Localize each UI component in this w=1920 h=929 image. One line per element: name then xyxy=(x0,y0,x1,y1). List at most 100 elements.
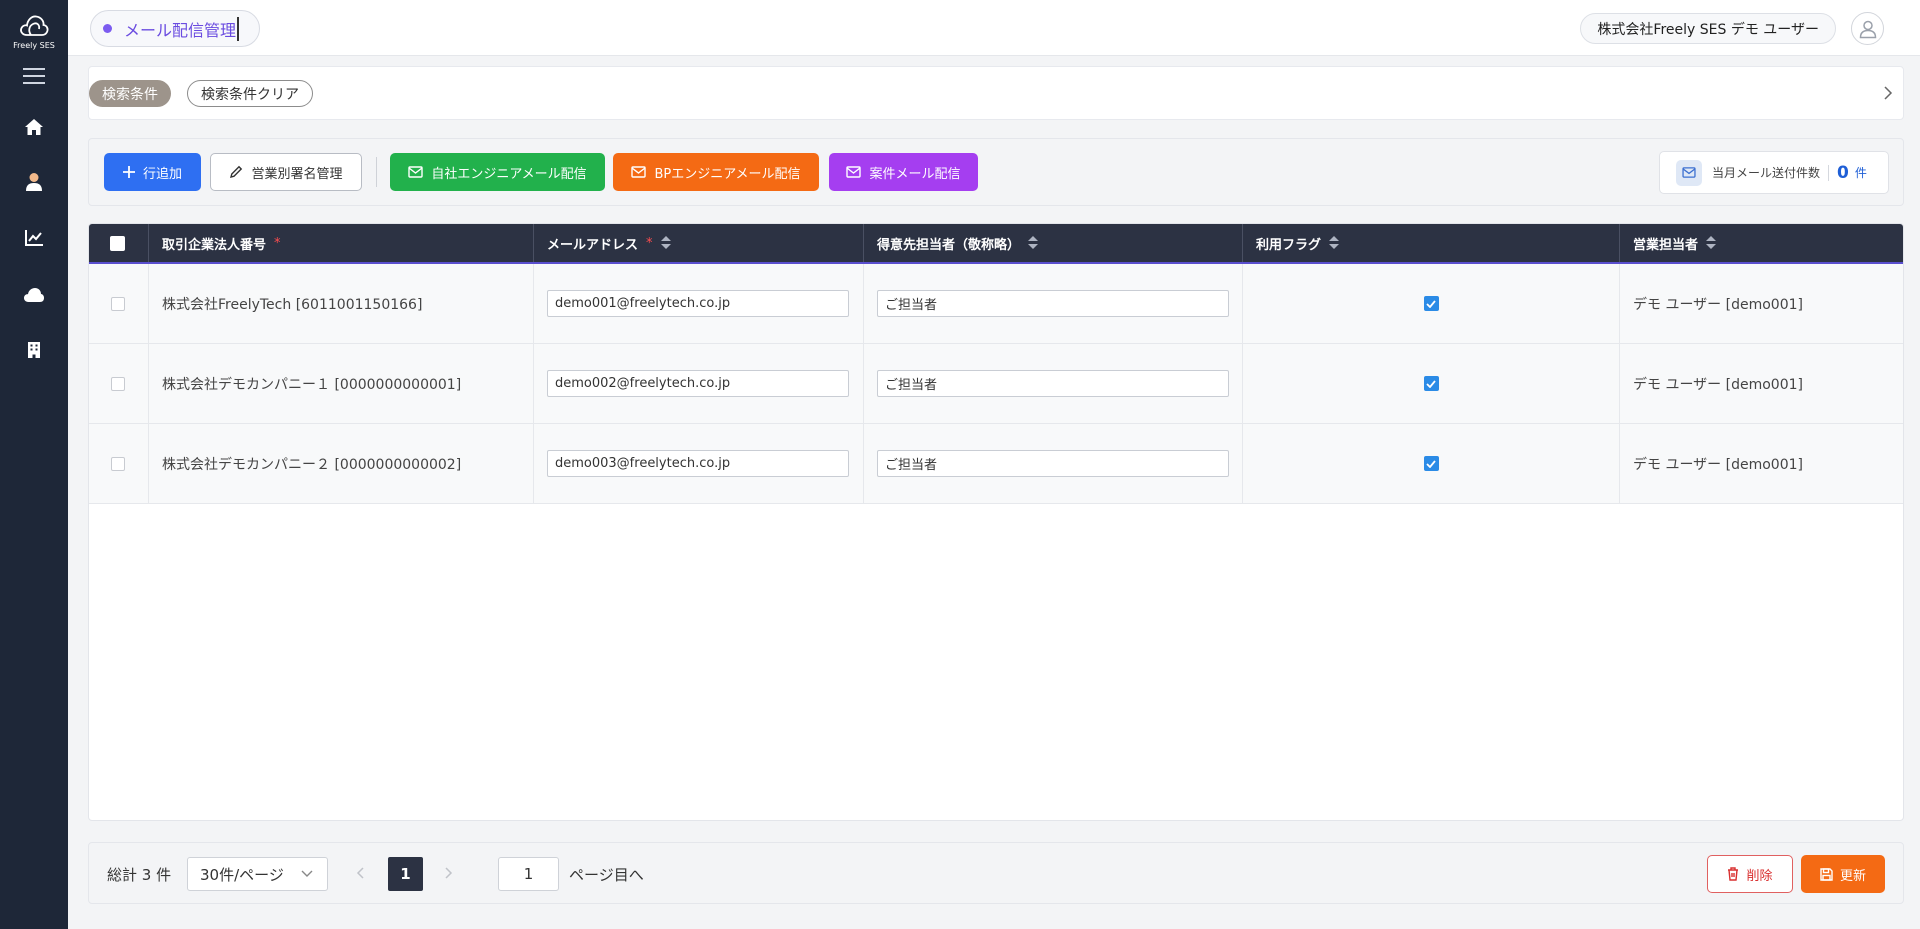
company-cell[interactable]: 株式会社デモカンパニー１ [0000000000001] xyxy=(149,344,534,423)
sales-cell[interactable]: デモ ユーザー [demo001] xyxy=(1620,424,1903,503)
page-title: メール配信管理 xyxy=(124,16,240,41)
sidebar-item-company[interactable] xyxy=(14,330,54,370)
sidebar-item-cloud[interactable] xyxy=(14,275,54,315)
header-flag[interactable]: 利用フラグ xyxy=(1243,224,1620,262)
user-name-pill[interactable]: 株式会社Freely SES デモ ユーザー xyxy=(1580,13,1836,44)
own-engineer-mail-label: 自社エンジニアメール配信 xyxy=(431,166,587,182)
building-icon xyxy=(28,342,40,358)
email-input[interactable] xyxy=(547,370,849,397)
header-email[interactable]: メールアドレス * xyxy=(534,224,864,262)
sidebar-item-user[interactable] xyxy=(14,162,54,202)
sidebar-item-home[interactable] xyxy=(14,107,54,147)
project-mail-button[interactable]: 案件メール配信 xyxy=(829,153,978,191)
header-contact-label: 得意先担当者（敬称略） xyxy=(877,237,1021,253)
mail-table: 取引企業法人番号 * メールアドレス * 得意先担当者（敬称略） 利用フラグ 営… xyxy=(88,223,1904,821)
sidebar: Freely SES xyxy=(0,0,68,929)
row-checkbox[interactable] xyxy=(111,456,125,471)
company-cell[interactable]: 株式会社FreelyTech [6011001150166] xyxy=(149,264,534,343)
top-header: メール配信管理 株式会社Freely SES デモ ユーザー xyxy=(68,0,1920,56)
search-condition-bar: 検索条件 検索条件クリア xyxy=(88,66,1904,120)
company-cell[interactable]: 株式会社デモカンパニー２ [0000000000002] xyxy=(149,424,534,503)
contact-input[interactable] xyxy=(877,290,1229,317)
prev-page-icon[interactable] xyxy=(355,865,365,881)
contact-input[interactable] xyxy=(877,370,1229,397)
header-select-cell xyxy=(89,224,149,262)
header-flag-label: 利用フラグ xyxy=(1256,237,1322,253)
header-contact[interactable]: 得意先担当者（敬称略） xyxy=(864,224,1243,262)
action-toolbar: 行追加 営業別署名管理 自社エンジニアメール配信 BPエンジニアメール配信 案件… xyxy=(88,138,1904,206)
check-icon xyxy=(1426,459,1436,468)
page-title-pill[interactable]: メール配信管理 xyxy=(90,10,261,47)
monthly-count-value: 0 xyxy=(1837,162,1849,183)
required-mark: * xyxy=(274,235,281,251)
email-input[interactable] xyxy=(547,450,849,477)
sales-cell[interactable]: デモ ユーザー [demo001] xyxy=(1620,264,1903,343)
contact-input[interactable] xyxy=(877,450,1229,477)
goto-page-label: ページ目へ xyxy=(569,866,644,884)
contact-cell xyxy=(864,264,1243,343)
check-icon xyxy=(1426,299,1436,308)
sidebar-item-analytics[interactable] xyxy=(14,218,54,258)
sales-cell[interactable]: デモ ユーザー [demo001] xyxy=(1620,344,1903,423)
chart-icon xyxy=(25,230,43,246)
goto-page-input[interactable] xyxy=(498,857,559,891)
chevron-down-icon xyxy=(301,870,313,877)
search-clear-button[interactable]: 検索条件クリア xyxy=(187,80,313,107)
flag-checkbox[interactable] xyxy=(1423,296,1439,311)
project-mail-label: 案件メール配信 xyxy=(869,166,961,182)
signature-manage-button[interactable]: 営業別署名管理 xyxy=(210,153,362,191)
email-cell xyxy=(534,344,864,423)
row-select-cell xyxy=(89,264,149,343)
status-dot-icon xyxy=(103,24,112,33)
trash-icon xyxy=(1728,867,1739,881)
select-all-checkbox[interactable] xyxy=(110,236,125,251)
bp-engineer-mail-button[interactable]: BPエンジニアメール配信 xyxy=(613,153,819,191)
sort-icon[interactable] xyxy=(1028,236,1039,250)
update-label: 更新 xyxy=(1839,868,1866,884)
table-row[interactable]: 株式会社デモカンパニー１ [0000000000001] デモ ユーザー [de… xyxy=(89,344,1903,424)
avatar[interactable] xyxy=(1851,12,1884,45)
add-row-button[interactable]: 行追加 xyxy=(104,153,201,191)
user-icon xyxy=(26,173,42,191)
header-email-label: メールアドレス xyxy=(547,237,639,253)
logo-text: Freely SES xyxy=(13,41,55,50)
monthly-mail-count: 当月メール送付件数 0 件 xyxy=(1659,151,1889,194)
pencil-icon xyxy=(230,165,243,178)
header-company[interactable]: 取引企業法人番号 * xyxy=(149,224,534,262)
menu-icon xyxy=(23,68,45,84)
delete-button[interactable]: 削除 xyxy=(1707,855,1793,893)
email-input[interactable] xyxy=(547,290,849,317)
header-company-label: 取引企業法人番号 xyxy=(162,237,267,253)
mail-icon xyxy=(846,166,862,178)
header-sales-label: 営業担当者 xyxy=(1633,237,1699,253)
flag-checkbox[interactable] xyxy=(1423,456,1439,471)
search-condition-button[interactable]: 検索条件 xyxy=(89,80,171,107)
sort-icon[interactable] xyxy=(1329,236,1340,250)
sort-icon[interactable] xyxy=(660,236,671,250)
cloud-logo-icon xyxy=(20,15,49,36)
own-engineer-mail-button[interactable]: 自社エンジニアメール配信 xyxy=(390,153,605,191)
update-button[interactable]: 更新 xyxy=(1801,855,1885,893)
chevron-right-icon[interactable] xyxy=(1883,85,1893,101)
table-header: 取引企業法人番号 * メールアドレス * 得意先担当者（敬称略） 利用フラグ 営… xyxy=(89,224,1903,264)
sort-icon[interactable] xyxy=(1706,236,1717,250)
app-logo[interactable]: Freely SES xyxy=(0,12,68,50)
toolbar-divider xyxy=(376,157,377,187)
email-cell xyxy=(534,264,864,343)
page-size-select[interactable]: 30件/ページ xyxy=(187,857,328,891)
contact-cell xyxy=(864,344,1243,423)
home-icon xyxy=(25,119,43,135)
flag-checkbox[interactable] xyxy=(1423,376,1439,391)
count-divider xyxy=(1828,164,1830,181)
monthly-count-label: 当月メール送付件数 xyxy=(1712,166,1821,180)
next-page-icon[interactable] xyxy=(444,865,454,881)
sidebar-menu-toggle[interactable] xyxy=(14,56,54,96)
table-row[interactable]: 株式会社FreelyTech [6011001150166] デモ ユーザー [… xyxy=(89,264,1903,344)
table-row[interactable]: 株式会社デモカンパニー２ [0000000000002] デモ ユーザー [de… xyxy=(89,424,1903,504)
row-checkbox[interactable] xyxy=(111,296,125,311)
header-sales[interactable]: 営業担当者 xyxy=(1620,224,1903,262)
delete-label: 削除 xyxy=(1746,868,1773,884)
current-page-button[interactable]: 1 xyxy=(388,857,423,891)
row-select-cell xyxy=(89,344,149,423)
row-checkbox[interactable] xyxy=(111,376,125,391)
